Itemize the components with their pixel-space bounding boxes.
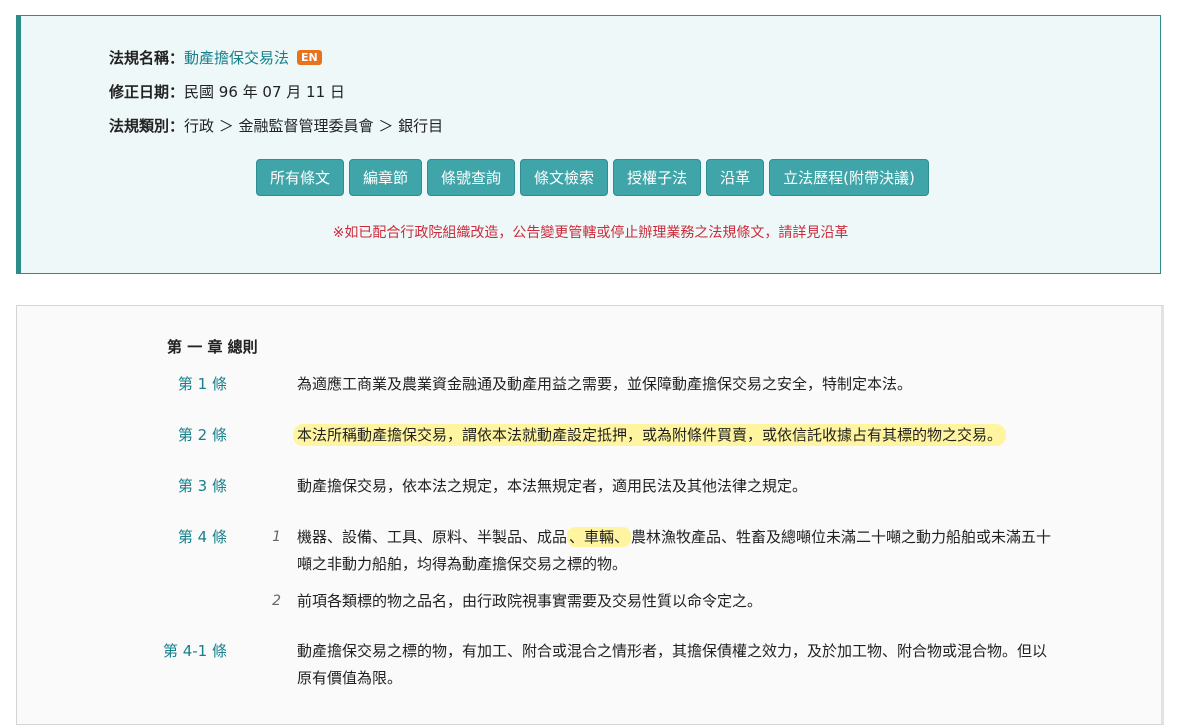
- law-info-panel: 法規名稱：動產擔保交易法 EN 修正日期：民國 96 年 07 月 11 日 法規…: [16, 15, 1161, 274]
- article-number-query-button[interactable]: 條號查詢: [427, 159, 516, 196]
- article-text: 動產擔保交易之標的物，有加工、附合或混合之情形者，其擔保債權之效力，及於加工物、…: [297, 642, 1048, 687]
- law-category-label: 法規類別：: [109, 117, 185, 135]
- article-text: 為適應工商業及農業資金融通及動產用益之需要，並保障動產擔保交易之安全，特制定本法…: [297, 375, 913, 393]
- paragraph-number: 1: [272, 529, 281, 545]
- highlighted-text: 、車輛、: [567, 527, 632, 547]
- paragraph-text-part: 機器、設備、工具、原料、半製品、成品: [297, 528, 568, 546]
- article-number-link[interactable]: 第 2 條: [17, 422, 227, 448]
- english-version-badge[interactable]: EN: [297, 50, 322, 65]
- paragraph-number: 2: [272, 593, 281, 609]
- amend-date-label: 修正日期：: [109, 83, 185, 101]
- law-category-row: 法規類別：行政 ＞ 金融監督管理委員會 ＞ 銀行目: [109, 115, 443, 137]
- articles-panel: 第 一 章 總則 第 1 條 為適應工商業及農業資金融通及動產用益之需要，並保障…: [16, 305, 1164, 725]
- amend-date-row: 修正日期：民國 96 年 07 月 11 日: [109, 81, 345, 103]
- article-text: 動產擔保交易，依本法之規定，本法無規定者，適用民法及其他法律之規定。: [297, 477, 808, 495]
- highlighted-text: 本法所稱動產擔保交易，謂依本法就動產設定抵押，或為附條件買賣，或依信託收據占有其…: [293, 424, 1007, 446]
- article-number-link[interactable]: 第 4 條: [17, 524, 227, 550]
- reorganization-notice: ※如已配合行政院組織改造，公告變更管轄或停止辦理業務之法規條文，請詳見沿革: [332, 225, 849, 241]
- legislative-history-button[interactable]: 立法歷程(附帶決議): [769, 159, 929, 196]
- all-articles-button[interactable]: 所有條文: [256, 159, 345, 196]
- article-text: 本法所稱動產擔保交易，謂依本法就動產設定抵押，或為附條件買賣，或依信託收據占有其…: [293, 422, 1057, 449]
- paragraph-text: 機器、設備、工具、原料、半製品、成品 、車輛、 農林漁牧產品、牲畜及總噸位未滿二十噸…: [297, 524, 1057, 578]
- law-toolbar: 所有條文 編章節 條號查詢 條文檢索 授權子法 沿革 立法歷程(附帶決議): [256, 159, 929, 196]
- article-number-link[interactable]: 第 1 條: [17, 371, 227, 397]
- article-number-link[interactable]: 第 3 條: [17, 473, 227, 499]
- history-button[interactable]: 沿革: [706, 159, 765, 196]
- law-category-value: 行政 ＞ 金融監督管理委員會 ＞ 銀行目: [184, 117, 444, 135]
- paragraph-text: 前項各類標的物之品名，由行政院視事實需要及交易性質以命令定之。: [297, 592, 763, 610]
- law-name-row: 法規名稱：動產擔保交易法 EN: [109, 47, 322, 69]
- amend-date-value: 民國 96 年 07 月 11 日: [184, 83, 345, 101]
- law-name-link[interactable]: 動產擔保交易法: [184, 49, 289, 67]
- chapters-button[interactable]: 編章節: [349, 159, 423, 196]
- chapter-title: 第 一 章 總則: [167, 338, 258, 356]
- delegated-regulations-button[interactable]: 授權子法: [613, 159, 702, 196]
- article-search-button[interactable]: 條文檢索: [520, 159, 609, 196]
- article-number-link[interactable]: 第 4-1 條: [17, 638, 227, 664]
- law-name-label: 法規名稱：: [109, 49, 185, 67]
